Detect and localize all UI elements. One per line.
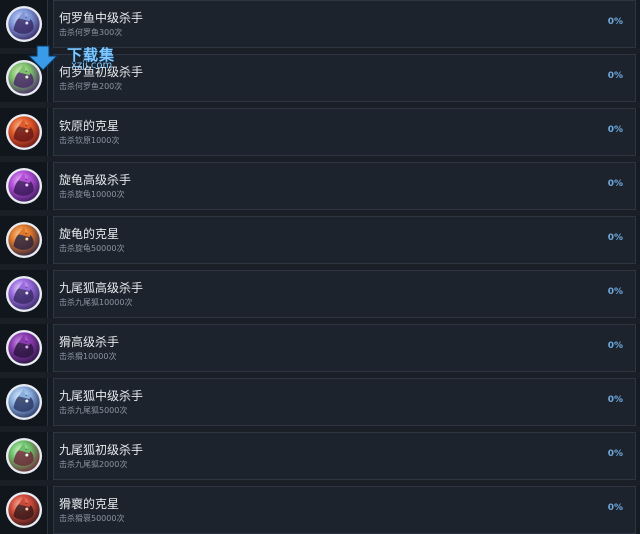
achievement-info: 何罗鱼中级杀手 击杀何罗鱼300次 0% (53, 0, 636, 48)
achievement-row[interactable]: 九尾狐高级杀手 击杀九尾狐10000次 0% (0, 270, 640, 318)
achievement-title: 猾高级杀手 (59, 335, 120, 349)
achievement-title: 旋龟的克星 (59, 227, 120, 241)
achievement-title: 钦原的克星 (59, 119, 120, 133)
achievement-description: 击杀九尾狐5000次 (59, 406, 128, 415)
achievement-row[interactable]: 钦原的克星 击杀钦原1000次 0% (0, 108, 640, 156)
monster-icon-deep-purple (5, 329, 42, 367)
achievement-description: 击杀旋龟10000次 (59, 190, 125, 199)
achievement-description: 击杀九尾狐10000次 (59, 298, 133, 307)
achievement-row[interactable]: 猾高级杀手 击杀猾10000次 0% (0, 324, 640, 372)
achievement-title: 何罗鱼初级杀手 (59, 65, 144, 79)
achievement-icon-frame (0, 270, 48, 318)
achievement-description: 击杀何罗鱼300次 (59, 28, 123, 37)
monster-icon-purple (5, 167, 42, 205)
achievement-title: 九尾狐中级杀手 (59, 389, 144, 403)
monster-icon-green-purple (5, 59, 42, 97)
achievement-description: 击杀猾褱50000次 (59, 514, 125, 523)
monster-icon-violet (5, 275, 42, 313)
achievement-description: 击杀九尾狐2000次 (59, 460, 128, 469)
achievement-info: 九尾狐高级杀手 击杀九尾狐10000次 0% (53, 270, 636, 318)
achievement-info: 旋龟高级杀手 击杀旋龟10000次 0% (53, 162, 636, 210)
monster-icon-green-red (5, 437, 42, 475)
achievement-icon-frame (0, 432, 48, 480)
unlock-percent: 0% (607, 179, 623, 189)
achievement-title: 九尾狐高级杀手 (59, 281, 144, 295)
achievement-row[interactable]: 旋龟的克星 击杀旋龟50000次 0% (0, 216, 640, 264)
achievement-info: 九尾狐初级杀手 击杀九尾狐2000次 0% (53, 432, 636, 480)
achievement-description: 击杀何罗鱼200次 (59, 82, 123, 91)
unlock-percent: 0% (607, 233, 623, 243)
achievement-icon-frame (0, 324, 48, 372)
achievement-icon-frame (0, 0, 48, 48)
monster-icon-blue-purple (5, 5, 42, 43)
achievement-list: 何罗鱼中级杀手 击杀何罗鱼300次 0% 何罗鱼初级杀手 击杀何罗鱼200次 0… (0, 0, 640, 534)
achievement-description: 击杀钦原1000次 (59, 136, 120, 145)
achievement-info: 何罗鱼初级杀手 击杀何罗鱼200次 0% (53, 54, 636, 102)
unlock-percent: 0% (607, 503, 623, 513)
achievement-icon-frame (0, 162, 48, 210)
monster-icon-red-brown (5, 491, 42, 529)
unlock-percent: 0% (607, 449, 623, 459)
achievement-row[interactable]: 何罗鱼初级杀手 击杀何罗鱼200次 0% (0, 54, 640, 102)
achievement-title: 旋龟高级杀手 (59, 173, 132, 187)
unlock-percent: 0% (607, 341, 623, 351)
unlock-percent: 0% (607, 17, 623, 27)
achievement-title: 猾褱的克星 (59, 497, 120, 511)
achievement-info: 钦原的克星 击杀钦原1000次 0% (53, 108, 636, 156)
monster-icon-orange-dark (5, 221, 42, 259)
achievement-info: 九尾狐中级杀手 击杀九尾狐5000次 0% (53, 378, 636, 426)
achievement-row[interactable]: 九尾狐中级杀手 击杀九尾狐5000次 0% (0, 378, 640, 426)
monster-icon-red-orange (5, 113, 42, 151)
achievement-row[interactable]: 猾褱的克星 击杀猾褱50000次 0% (0, 486, 640, 534)
unlock-percent: 0% (607, 287, 623, 297)
achievement-row[interactable]: 九尾狐初级杀手 击杀九尾狐2000次 0% (0, 432, 640, 480)
achievement-row[interactable]: 何罗鱼中级杀手 击杀何罗鱼300次 0% (0, 0, 640, 48)
monster-icon-light-blue (5, 383, 42, 421)
achievement-description: 击杀旋龟50000次 (59, 244, 125, 253)
achievement-icon-frame (0, 108, 48, 156)
achievement-info: 猾高级杀手 击杀猾10000次 0% (53, 324, 636, 372)
unlock-percent: 0% (607, 125, 623, 135)
achievement-icon-frame (0, 378, 48, 426)
achievement-title: 何罗鱼中级杀手 (59, 11, 144, 25)
achievement-info: 猾褱的克星 击杀猾褱50000次 0% (53, 486, 636, 534)
achievement-row[interactable]: 旋龟高级杀手 击杀旋龟10000次 0% (0, 162, 640, 210)
achievement-icon-frame (0, 486, 48, 534)
unlock-percent: 0% (607, 395, 623, 405)
unlock-percent: 0% (607, 71, 623, 81)
achievement-icon-frame (0, 54, 48, 102)
achievement-title: 九尾狐初级杀手 (59, 443, 144, 457)
achievement-icon-frame (0, 216, 48, 264)
achievement-info: 旋龟的克星 击杀旋龟50000次 0% (53, 216, 636, 264)
achievement-description: 击杀猾10000次 (59, 352, 117, 361)
